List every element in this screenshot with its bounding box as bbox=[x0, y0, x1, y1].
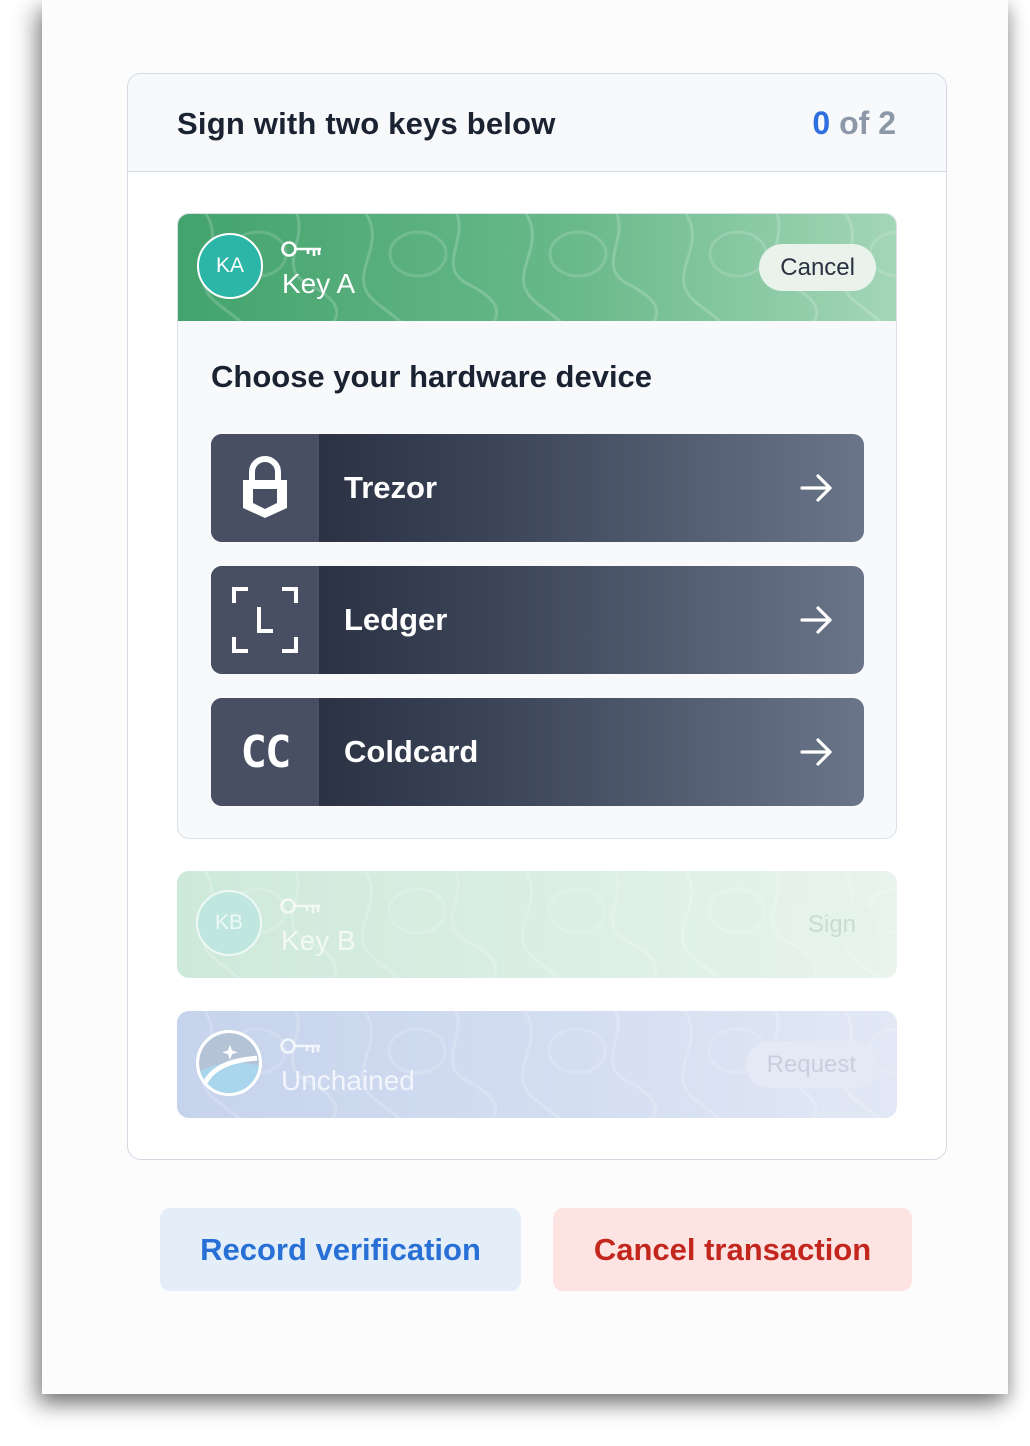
arrow-right-icon bbox=[800, 738, 832, 766]
device-button-coldcard[interactable]: CC Coldcard bbox=[211, 698, 864, 806]
device-label-coldcard: Coldcard bbox=[344, 734, 479, 769]
key-a-cancel-button[interactable]: Cancel bbox=[759, 244, 876, 291]
unchained-logo-icon bbox=[196, 1030, 262, 1096]
coldcard-icon: CC bbox=[211, 698, 319, 806]
signature-progress: 0 of 2 bbox=[812, 105, 896, 142]
choose-device-title: Choose your hardware device bbox=[211, 359, 653, 394]
panel-title: Sign with two keys below bbox=[177, 106, 556, 141]
device-button-trezor[interactable]: Trezor bbox=[211, 434, 864, 542]
arrow-right-icon bbox=[800, 606, 832, 634]
device-label-trezor: Trezor bbox=[344, 470, 438, 505]
coldcard-logo-text: CC bbox=[240, 726, 292, 778]
key-b-avatar: KB bbox=[196, 890, 262, 956]
unchained-name: Unchained bbox=[281, 1065, 415, 1096]
key-b-header: KB Key B Sign bbox=[177, 871, 897, 978]
key-icon bbox=[281, 241, 323, 258]
trezor-icon bbox=[211, 434, 319, 542]
signing-panel: Sign with two keys below 0 of 2 KA Key A… bbox=[127, 73, 947, 1160]
key-a-avatar: KA bbox=[197, 233, 263, 299]
signature-total: of 2 bbox=[830, 105, 896, 141]
key-a-name: Key A bbox=[282, 268, 356, 299]
panel-header: Sign with two keys below 0 of 2 bbox=[128, 74, 946, 172]
key-icon bbox=[280, 1038, 322, 1055]
ledger-icon bbox=[211, 566, 319, 674]
cancel-transaction-button[interactable]: Cancel transaction bbox=[553, 1208, 912, 1291]
key-icon bbox=[280, 898, 322, 915]
device-button-ledger[interactable]: Ledger bbox=[211, 566, 864, 674]
signing-sheet: Sign with two keys below 0 of 2 KA Key A… bbox=[42, 0, 1008, 1394]
signature-count: 0 bbox=[812, 105, 831, 141]
key-a-header: KA Key A Cancel bbox=[178, 214, 896, 321]
key-card-key-b: KB Key B Sign bbox=[177, 871, 897, 978]
device-label-ledger: Ledger bbox=[344, 602, 448, 637]
arrow-right-icon bbox=[800, 474, 832, 502]
record-verification-button[interactable]: Record verification bbox=[160, 1208, 521, 1291]
unchained-request-button[interactable]: Request bbox=[745, 1041, 877, 1088]
key-card-key-a: KA Key A Cancel Choose your hardware dev… bbox=[177, 213, 897, 839]
unchained-header: Unchained Request bbox=[177, 1011, 897, 1118]
key-b-name: Key B bbox=[281, 925, 356, 956]
key-card-unchained: Unchained Request bbox=[177, 1011, 897, 1118]
key-b-sign-button[interactable]: Sign bbox=[786, 901, 877, 948]
